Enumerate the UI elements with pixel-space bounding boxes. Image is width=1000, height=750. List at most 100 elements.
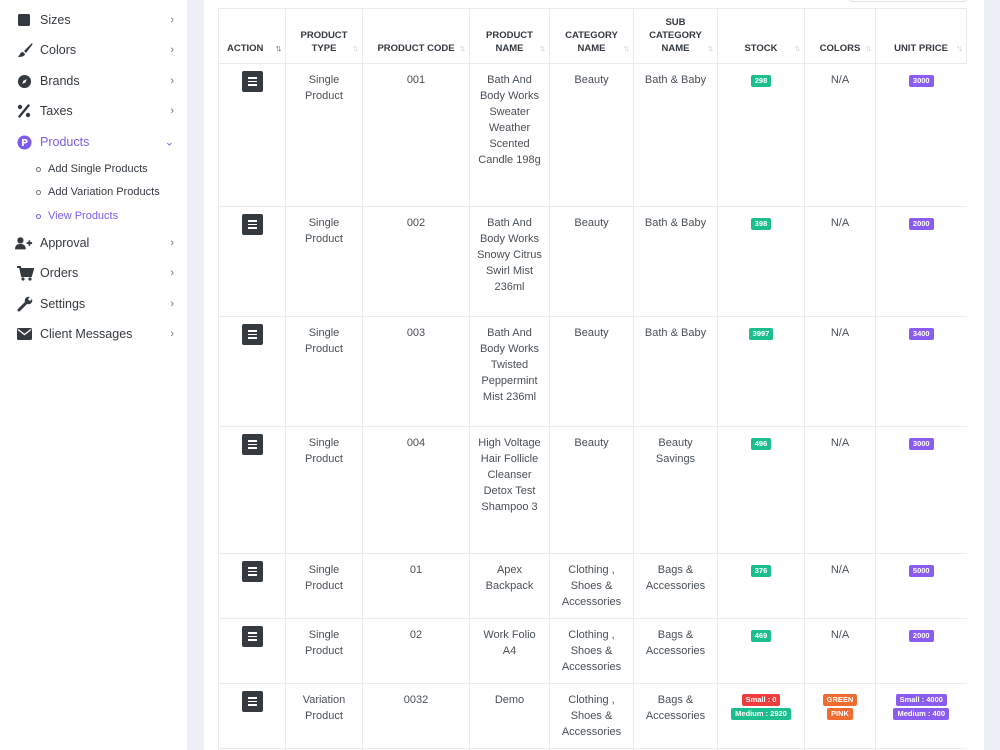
action-cell (218, 63, 286, 207)
sidebar-item-brands[interactable]: Brands › (0, 68, 187, 94)
sidebar-item-label: Sizes (40, 13, 71, 27)
column-header-product-code[interactable]: Product Code ↑↓ (362, 8, 470, 64)
price-badge: 3000 (908, 438, 934, 450)
product-code-cell: 01 (362, 553, 470, 619)
sidebar-subitem-view-products[interactable]: View Products (36, 206, 118, 226)
table-row: Variation Product 0032 Demo Clothing , S… (218, 683, 967, 749)
product-name-cell: Apex Backpack (469, 553, 550, 619)
sidebar-item-label: Colors (40, 43, 77, 57)
colors-cell: N/A (804, 426, 876, 554)
sidebar-subitem-add-variation-products[interactable]: Add Variation Products (36, 182, 160, 202)
chevron-right-icon: › (170, 105, 174, 117)
stock-badge: Small : 0 (741, 694, 781, 706)
sidebar-item-products[interactable]: P Products ⌄ (0, 129, 187, 155)
unit-price-cell: 3000 (875, 63, 967, 207)
chevron-down-icon: ⌄ (164, 136, 174, 149)
row-action-menu-button[interactable] (241, 434, 263, 455)
envelope-icon (17, 326, 35, 342)
column-header-unit-price[interactable]: Unit Price ↑↓ (875, 8, 967, 64)
unit-price-cell: 3400 (875, 316, 967, 427)
sidebar-subitem-add-single-products[interactable]: Add Single Products (36, 159, 148, 179)
row-action-menu-button[interactable] (241, 561, 263, 582)
column-header-category-name[interactable]: Category Name ↑↓ (549, 8, 634, 64)
product-type-cell: Single Product (285, 206, 363, 317)
row-action-menu-button[interactable] (241, 691, 263, 712)
row-action-menu-button[interactable] (241, 214, 263, 235)
table-search-input[interactable] (849, 0, 967, 2)
sidebar-item-label: Products (40, 135, 90, 149)
column-header-sub-category-name[interactable]: Sub Category Name ↑↓ (633, 8, 718, 64)
column-header-label: Product Type (300, 30, 348, 54)
product-type-cell: Single Product (285, 618, 363, 684)
circle-bullet-icon (36, 166, 41, 172)
sidebar-item-sizes[interactable]: Sizes › (0, 7, 187, 33)
sidebar: Sizes › Colors › Brands › Taxes › P Prod… (0, 0, 187, 750)
column-header-product-name[interactable]: Product Name ↑↓ (469, 8, 550, 64)
sidebar-item-label: Client Messages (40, 327, 133, 341)
chevron-right-icon: › (170, 328, 174, 340)
table-row: Single Product 01 Apex Backpack Clothing… (218, 553, 967, 619)
price-badge: Medium : 400 (893, 708, 949, 720)
product-code-cell: 002 (362, 206, 470, 317)
product-name-cell: Bath And Body Works Sweater Weather Scen… (469, 63, 550, 207)
sub-category-cell: Bags & Accessories (633, 683, 718, 749)
brush-icon (17, 42, 35, 58)
product-badge-icon: P (17, 134, 35, 150)
column-header-colors[interactable]: Colors ↑↓ (804, 8, 876, 64)
row-action-menu-button[interactable] (241, 626, 263, 647)
row-action-menu-button[interactable] (241, 324, 263, 345)
circle-bullet-icon (36, 213, 41, 219)
column-header-label: Colors (819, 43, 861, 54)
sidebar-item-label: Taxes (40, 104, 73, 118)
sort-icon: ↑↓ (865, 43, 872, 53)
sidebar-item-colors[interactable]: Colors › (0, 37, 187, 63)
sidebar-item-taxes[interactable]: Taxes › (0, 98, 187, 124)
chevron-right-icon: › (170, 44, 174, 56)
column-header-action[interactable]: Action ↑↓ (218, 8, 286, 64)
stock-badge: Medium : 2920 (731, 708, 791, 720)
row-action-menu-button[interactable] (241, 71, 263, 92)
sub-category-cell: Bags & Accessories (633, 553, 718, 619)
product-name-cell: Demo (469, 683, 550, 749)
column-header-label: Category Name (565, 30, 618, 54)
compass-icon (17, 73, 35, 89)
category-cell: Beauty (549, 316, 634, 427)
sub-category-cell: Beauty Savings (633, 426, 718, 554)
product-type-cell: Variation Product (285, 683, 363, 749)
sort-icon: ↑↓ (459, 43, 466, 53)
sidebar-item-settings[interactable]: Settings › (0, 291, 187, 317)
chevron-right-icon: › (170, 298, 174, 310)
product-code-cell: 004 (362, 426, 470, 554)
column-header-stock[interactable]: Stock ↑↓ (717, 8, 805, 64)
sidebar-item-orders[interactable]: Orders › (0, 260, 187, 286)
unit-price-cell: 5000 (875, 553, 967, 619)
user-plus-icon (15, 235, 33, 251)
sidebar-item-client-messages[interactable]: Client Messages › (0, 321, 187, 347)
product-type-cell: Single Product (285, 63, 363, 207)
table-header-row: Action ↑↓ Product Type ↑↓ Product Code ↑↓ P… (218, 8, 967, 64)
sidebar-subitem-label: Add Single Products (48, 163, 148, 175)
category-cell: Beauty (549, 426, 634, 554)
column-header-product-type[interactable]: Product Type ↑↓ (285, 8, 363, 64)
category-cell: Clothing , Shoes & Accessories (549, 618, 634, 684)
chevron-right-icon: › (170, 237, 174, 249)
action-cell (218, 206, 286, 317)
action-cell (218, 316, 286, 427)
sub-category-cell: Bags & Accessories (633, 618, 718, 684)
sidebar-item-approval[interactable]: Approval › (0, 230, 187, 256)
svg-text:P: P (21, 137, 28, 148)
category-cell: Beauty (549, 206, 634, 317)
column-header-label: Unit Price (894, 43, 948, 54)
colors-cell: GREEN PINK (804, 683, 876, 749)
category-cell: Beauty (549, 63, 634, 207)
product-name-cell: Bath And Body Works Snowy Citrus Swirl M… (469, 206, 550, 317)
action-cell (218, 426, 286, 554)
table-row: Single Product 003 Bath And Body Works T… (218, 316, 967, 427)
cart-icon (17, 265, 35, 281)
sidebar-subitem-label: Add Variation Products (48, 186, 160, 198)
square-icon (17, 12, 35, 28)
stock-cell: 496 (717, 426, 805, 554)
sidebar-item-label: Approval (40, 236, 90, 250)
table-row: Single Product 002 Bath And Body Works S… (218, 206, 967, 317)
product-code-cell: 003 (362, 316, 470, 427)
